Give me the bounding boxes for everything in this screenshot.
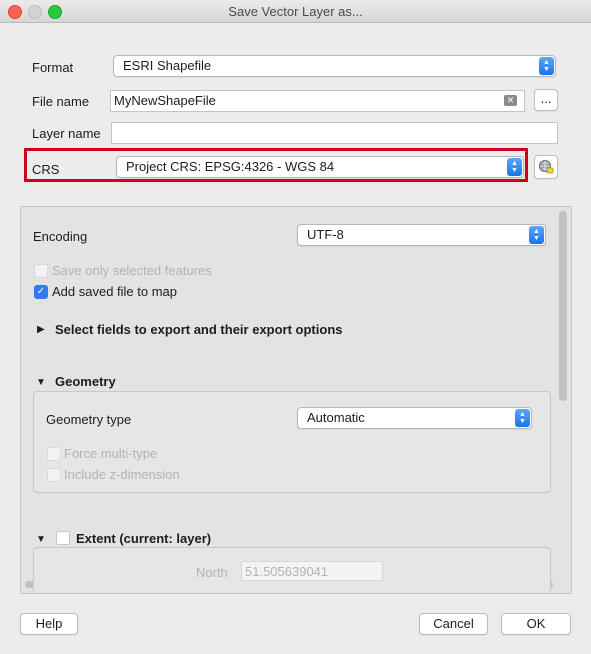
north-input[interactable]: 51.505639041 [241,561,383,581]
encoding-label: Encoding [33,229,88,244]
crs-combo[interactable]: Project CRS: EPSG:4326 - WGS 84 ▲ ▼ [116,156,524,178]
encoding-value: UTF-8 [307,227,344,242]
cancel-button[interactable]: Cancel [419,613,488,635]
browse-button[interactable]: ... [534,89,558,111]
filename-input[interactable]: MyNewShapeFile ✕ [110,90,525,112]
format-value: ESRI Shapefile [123,58,212,73]
extent-section-title[interactable]: Extent (current: layer) [76,531,211,546]
crs-value: Project CRS: EPSG:4326 - WGS 84 [126,159,335,174]
crs-label: CRS [32,162,60,177]
geometry-type-combo[interactable]: Automatic ▲ ▼ [297,407,532,429]
include-z-checkbox[interactable] [47,468,61,482]
save-selected-label: Save only selected features [52,263,212,278]
expand-arrow-icon[interactable]: ▶ [37,324,45,335]
add-to-map-label: Add saved file to map [52,284,178,299]
clear-text-icon[interactable]: ✕ [504,95,517,106]
chevron-updown-icon: ▲ ▼ [539,57,554,75]
save-selected-checkbox[interactable] [34,264,48,278]
format-label: Format [32,60,74,75]
north-label: North [196,565,228,580]
filename-label: File name [32,94,90,109]
include-z-label: Include z-dimension [64,467,180,482]
chevron-updown-icon: ▲ ▼ [529,226,544,244]
extent-checkbox[interactable] [56,531,70,545]
crs-select-button[interactable] [534,155,558,179]
help-button[interactable]: Help [20,613,78,635]
encoding-combo[interactable]: UTF-8 ▲ ▼ [297,224,546,246]
add-to-map-checkbox[interactable]: ✓ [34,285,48,299]
force-multi-label: Force multi-type [64,446,158,461]
force-multi-checkbox[interactable] [47,447,61,461]
window-title: Save Vector Layer as... [228,4,363,19]
select-fields-toggle[interactable]: Select fields to export and their export… [55,322,343,337]
geometry-type-value: Automatic [307,410,365,425]
chevron-updown-icon: ▲ ▼ [515,409,530,427]
collapse-arrow-icon[interactable]: ▼ [36,377,46,388]
filename-value: MyNewShapeFile [114,93,216,108]
layername-label: Layer name [32,126,101,141]
options-scroll-area[interactable]: Encoding UTF-8 ▲ ▼ Save only selected fea… [20,206,572,594]
format-combo[interactable]: ESRI Shapefile ▲ ▼ [113,55,556,77]
check-icon: ✓ [36,286,46,297]
ok-button[interactable]: OK [501,613,571,635]
geometry-panel: Geometry type Automatic ▲ ▼ Force multi-t… [33,391,551,493]
chevron-updown-icon: ▲ ▼ [507,158,522,176]
vertical-scrollbar-thumb[interactable] [559,211,567,401]
collapse-arrow-icon[interactable]: ▼ [36,534,46,545]
geometry-type-label: Geometry type [46,412,132,427]
crs-select-icon [539,160,554,174]
extent-panel: North 51.505639041 [33,547,551,593]
layername-input[interactable] [111,122,558,144]
north-value: 51.505639041 [245,564,329,579]
geometry-section-title[interactable]: Geometry [55,374,116,389]
